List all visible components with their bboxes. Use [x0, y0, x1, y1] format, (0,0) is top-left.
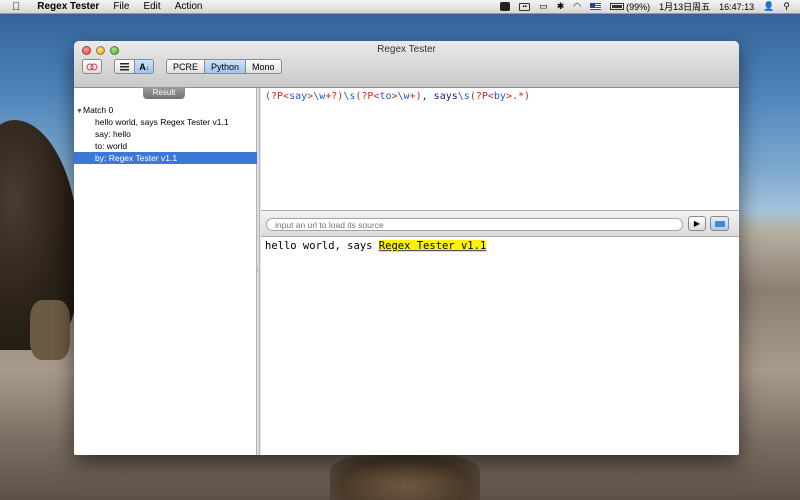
- menu-time[interactable]: 16:47:13: [719, 2, 754, 12]
- url-bar: ▶: [261, 211, 739, 237]
- wallpaper-claw: [330, 452, 480, 500]
- user-icon[interactable]: 👤: [763, 1, 774, 12]
- match-highlight: Regex Tester v1.1: [378, 240, 487, 252]
- split-view-divider[interactable]: ⁞: [257, 88, 260, 455]
- regex-input[interactable]: (?P<say>\w+?)\s(?P<to>\w+), says\s(?P<by…: [261, 88, 739, 211]
- app-logo-icon: [86, 63, 98, 70]
- wifi-icon[interactable]: ◠: [573, 1, 581, 12]
- window-title: Regex Tester: [377, 44, 436, 55]
- match-node[interactable]: ▼Match 0: [74, 104, 257, 116]
- list-view-button[interactable]: [114, 59, 134, 74]
- status-menus: ▪▪ ▭ ✱ ◠ (99%) 1月13日周五 16:47:13 👤 ⚲: [500, 0, 800, 13]
- regex-tester-window: Regex Tester A↕ PCRE Python Mono Result …: [74, 41, 739, 455]
- menu-action[interactable]: Action: [168, 1, 210, 12]
- text-format-button[interactable]: A↕: [134, 59, 154, 74]
- menu-date[interactable]: 1月13日周五: [659, 0, 710, 13]
- regex-token: ): [524, 91, 531, 102]
- regex-token: , says: [421, 91, 458, 102]
- window-titlebar[interactable]: Regex Tester A↕ PCRE Python Mono: [74, 41, 739, 88]
- regex-token: by: [493, 91, 506, 102]
- test-text: hello world, says: [265, 240, 379, 252]
- regex-token: \s: [457, 91, 470, 102]
- input-flag-icon[interactable]: [590, 3, 602, 10]
- url-input[interactable]: [266, 218, 683, 231]
- view-mode-segment: A↕: [114, 59, 154, 74]
- battery-status[interactable]: (99%): [610, 2, 650, 12]
- window-content: Result ▼Match 0 hello world, says Regex …: [74, 87, 739, 455]
- apple-menu-icon[interactable]: : [0, 1, 30, 13]
- regex-token: say: [289, 91, 308, 102]
- menu-app-name[interactable]: Regex Tester: [30, 1, 106, 12]
- regex-token: (?P<: [469, 91, 494, 102]
- editor-panel: (?P<say>\w+?)\s(?P<to>\w+), says\s(?P<by…: [261, 88, 739, 455]
- engine-mono-button[interactable]: Mono: [246, 59, 282, 74]
- divider-grip-icon: ⁞: [257, 268, 259, 274]
- match-label: Match 0: [83, 105, 114, 115]
- regex-token: (?P<: [265, 91, 290, 102]
- battery-percent: (99%): [626, 1, 651, 12]
- result-tab[interactable]: Result: [143, 87, 185, 99]
- list-icon: [120, 62, 129, 70]
- text-format-icon: A↕: [139, 61, 149, 72]
- toolbar: A↕ PCRE Python Mono: [82, 59, 282, 74]
- regex-token: .*: [511, 91, 525, 102]
- regex-token: \s: [343, 91, 356, 102]
- regex-token: +?: [325, 91, 338, 102]
- match-tree: ▼Match 0 hello world, says Regex Tester …: [74, 104, 257, 164]
- bluetooth-icon[interactable]: ✱: [557, 1, 565, 12]
- engine-python-button[interactable]: Python: [204, 59, 247, 74]
- open-file-button[interactable]: [710, 216, 729, 231]
- group-row-to[interactable]: to: world: [74, 140, 257, 152]
- menu-bar:  Regex Tester File Edit Action ▪▪ ▭ ✱ ◠…: [0, 0, 800, 14]
- regex-token: to: [379, 91, 392, 102]
- load-url-button[interactable]: ▶: [688, 216, 706, 231]
- cat-icon[interactable]: [500, 2, 511, 11]
- regex-token: \w: [313, 91, 326, 102]
- result-panel: Result ▼Match 0 hello world, says Regex …: [74, 87, 257, 455]
- engine-segment: PCRE Python Mono: [166, 59, 282, 74]
- regex-token: (?P<: [355, 91, 380, 102]
- test-string-area[interactable]: hello world, says Regex Tester v1.1: [261, 237, 739, 455]
- group-row-by[interactable]: by: Regex Tester v1.1: [74, 152, 257, 164]
- keyboard-icon[interactable]: ▪▪: [519, 2, 531, 11]
- menu-edit[interactable]: Edit: [136, 1, 167, 12]
- menu-file[interactable]: File: [106, 1, 136, 12]
- app-logo-button[interactable]: [82, 59, 102, 74]
- display-icon[interactable]: ▭: [539, 1, 548, 12]
- regex-token: \w: [397, 91, 410, 102]
- group-row-full[interactable]: hello world, says Regex Tester v1.1: [74, 116, 257, 128]
- wallpaper-eagle-leg: [30, 300, 70, 360]
- disclosure-triangle-icon[interactable]: ▼: [76, 106, 83, 118]
- group-row-say[interactable]: say: hello: [74, 128, 257, 140]
- folder-icon: [715, 221, 725, 227]
- engine-pcre-button[interactable]: PCRE: [166, 59, 205, 74]
- battery-icon: [610, 3, 625, 10]
- spotlight-search-icon[interactable]: ⚲: [783, 1, 790, 12]
